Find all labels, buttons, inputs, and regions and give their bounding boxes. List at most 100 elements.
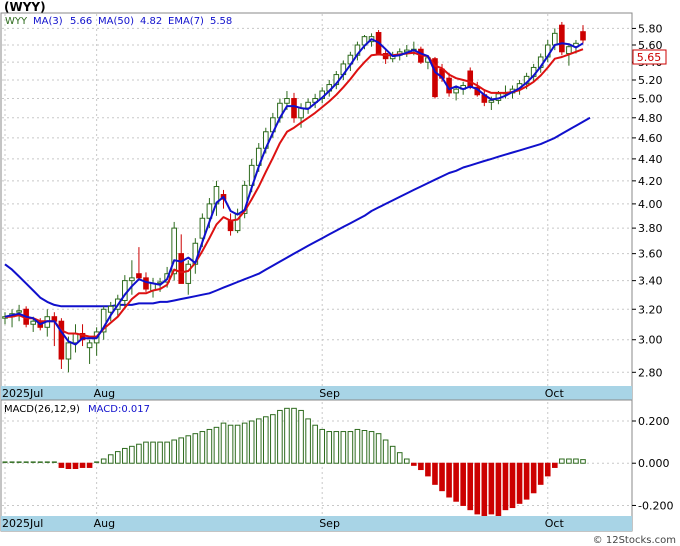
macd-bar bbox=[326, 431, 333, 464]
macd-bar bbox=[432, 462, 438, 485]
macd-bar bbox=[185, 435, 192, 464]
macd-bar bbox=[474, 462, 481, 515]
macd-bar bbox=[58, 462, 65, 468]
macd-bar bbox=[354, 428, 361, 464]
macd-bar bbox=[199, 431, 206, 464]
stock-chart: 2.80 3.00 3.20 3.40 3.60 3.80 4.00 4.20 4.40 4.60… bbox=[0, 0, 676, 546]
macd-bar bbox=[79, 462, 86, 468]
candle-body bbox=[552, 32, 558, 46]
macd-bar bbox=[460, 462, 466, 506]
macd-bar bbox=[298, 409, 304, 464]
macd-bar bbox=[129, 445, 135, 464]
price-date-label: Sep bbox=[319, 387, 340, 400]
price-date-label: 2025Jul bbox=[2, 387, 43, 400]
macd-bar bbox=[213, 426, 220, 464]
macd-bar bbox=[425, 462, 431, 477]
macd-bar bbox=[192, 433, 199, 464]
macd-bar bbox=[389, 445, 396, 464]
macd-date-label: 2025Jul bbox=[2, 517, 43, 530]
macd-bar bbox=[107, 454, 114, 464]
macd-bar bbox=[291, 407, 297, 464]
legend-ema7-label: EMA(7) bbox=[168, 16, 204, 27]
macd-bar bbox=[136, 443, 142, 464]
macd-bar bbox=[206, 428, 213, 464]
macd-bar bbox=[122, 447, 128, 464]
macd-legend-value: MACD:0.017 bbox=[88, 404, 150, 415]
macd-tick-label: 0.000 bbox=[638, 457, 670, 470]
candle-body bbox=[488, 99, 495, 103]
macd-bar bbox=[284, 407, 290, 464]
legend-ma50-label: MA(50) bbox=[98, 16, 134, 27]
price-tick-label: 3.00 bbox=[638, 334, 663, 347]
candle-body bbox=[72, 332, 79, 344]
candle bbox=[559, 21, 565, 56]
macd-bar bbox=[382, 439, 389, 464]
macd-bar bbox=[312, 424, 318, 464]
macd-bar bbox=[516, 462, 523, 504]
price-tick-label: 3.20 bbox=[638, 303, 663, 316]
macd-bar bbox=[277, 409, 283, 464]
macd-bar bbox=[361, 430, 368, 464]
price-tick-label: 3.40 bbox=[638, 275, 663, 288]
candle-body bbox=[453, 88, 459, 94]
price-tick-label: 4.00 bbox=[638, 198, 663, 211]
legend-ma3-value: 5.66 bbox=[70, 16, 92, 27]
macd-bar bbox=[368, 431, 375, 464]
macd-bar bbox=[270, 414, 276, 464]
macd-bar bbox=[559, 458, 565, 464]
macd-bar bbox=[227, 424, 234, 464]
price-axis: 2.80 3.00 3.20 3.40 3.60 3.80 4.00 4.20 4.40 4.60… bbox=[632, 22, 663, 379]
macd-bar bbox=[375, 433, 382, 464]
macd-bar bbox=[178, 437, 185, 464]
watermark: © 12Stocks.com bbox=[593, 535, 676, 546]
macd-bar bbox=[495, 462, 502, 517]
macd-bar bbox=[171, 439, 177, 464]
price-tick-label: 2.80 bbox=[638, 366, 663, 379]
macd-bar bbox=[340, 431, 347, 464]
macd-tick-label: 0.200 bbox=[638, 415, 670, 428]
candle-body bbox=[30, 320, 36, 325]
price-tick-label: 4.20 bbox=[638, 175, 663, 188]
macd-axis: -0.200 0.000 0.200 bbox=[632, 415, 673, 512]
legend-ma3-label: MA(3) bbox=[33, 16, 63, 27]
legend-ema7-value: 5.58 bbox=[210, 16, 232, 27]
candle-body bbox=[298, 107, 304, 119]
macd-bar bbox=[544, 462, 551, 477]
candle-body bbox=[136, 273, 142, 279]
legend-symbol: WYY bbox=[5, 16, 28, 27]
macd-bar bbox=[72, 462, 79, 470]
macd-bar bbox=[552, 462, 558, 468]
candle-body bbox=[178, 253, 185, 284]
candle-body bbox=[580, 31, 586, 41]
price-date-label: Oct bbox=[545, 387, 565, 400]
macd-bar bbox=[248, 420, 255, 464]
price-tick-label: 4.40 bbox=[638, 153, 663, 166]
macd-bar bbox=[509, 462, 516, 509]
macd-date-label: Oct bbox=[545, 517, 565, 530]
macd-bar bbox=[453, 462, 459, 502]
price-tick-label: 4.80 bbox=[638, 112, 663, 125]
macd-bar bbox=[157, 441, 163, 464]
candle-body bbox=[185, 263, 192, 284]
macd-panel-frame bbox=[0, 399, 633, 532]
macd-date-label: Sep bbox=[319, 517, 340, 530]
macd-bar bbox=[467, 462, 474, 511]
candle-body bbox=[291, 98, 297, 119]
macd-bar bbox=[439, 462, 445, 492]
macd-legend: MACD(26,12,9) MACD:0.017 bbox=[4, 404, 150, 415]
macd-bar bbox=[523, 462, 530, 500]
candle-body bbox=[129, 277, 135, 282]
macd-bar bbox=[488, 462, 495, 515]
macd-bar bbox=[418, 462, 424, 471]
macd-bar bbox=[164, 441, 170, 464]
last-price-label: 5.65 bbox=[637, 51, 662, 64]
price-tick-label: 5.00 bbox=[638, 93, 663, 106]
macd-date-label: Aug bbox=[94, 517, 115, 530]
macd-bar bbox=[234, 424, 241, 464]
macd-bar bbox=[255, 418, 262, 464]
macd-bar bbox=[305, 418, 311, 464]
candle-body bbox=[227, 220, 234, 232]
macd-tick-label: -0.200 bbox=[638, 499, 673, 512]
macd-bar bbox=[319, 428, 325, 464]
price-tick-label: 3.80 bbox=[638, 222, 663, 235]
